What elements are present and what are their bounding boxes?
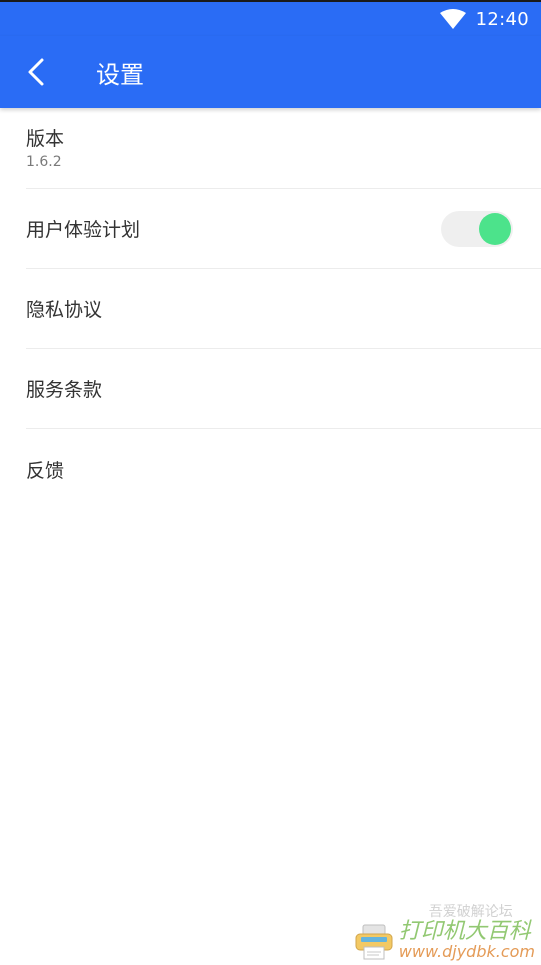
settings-item-privacy[interactable]: 隐私协议 xyxy=(26,269,541,349)
settings-list: 版本 1.6.2 用户体验计划 隐私协议 服务条款 反馈 xyxy=(0,108,541,509)
version-label: 版本 xyxy=(26,128,65,150)
watermark-brand: 打印机大百科 xyxy=(398,919,531,944)
feedback-label: 反馈 xyxy=(26,459,65,482)
wifi-icon xyxy=(439,9,466,29)
chevron-left-icon xyxy=(28,58,44,86)
watermark-url: www.djydbk.com xyxy=(398,942,535,961)
app-bar: 设置 xyxy=(0,36,541,108)
terms-label: 服务条款 xyxy=(26,379,103,401)
status-bar: 12:40 xyxy=(0,0,541,36)
printer-logo-icon xyxy=(355,924,393,960)
toggle-knob xyxy=(479,212,511,245)
settings-item-feedback[interactable]: 反馈 xyxy=(26,429,541,509)
page-title: 设置 xyxy=(96,60,144,89)
privacy-label: 隐私协议 xyxy=(26,299,103,321)
settings-item-version[interactable]: 版本 1.6.2 xyxy=(26,108,541,189)
watermark: 吾爱破解论坛 打印机大百科 www.djydbk.com xyxy=(353,901,535,961)
settings-item-terms[interactable]: 服务条款 xyxy=(26,349,541,429)
user-experience-toggle[interactable] xyxy=(441,210,513,247)
back-button[interactable] xyxy=(0,36,72,108)
user-experience-label: 用户体验计划 xyxy=(26,219,141,241)
status-time: 12:40 xyxy=(475,8,529,30)
watermark-faint-text: 吾爱破解论坛 xyxy=(428,904,513,920)
settings-screen: 12:40 设置 版本 1.6.2 用户体验计划 隐私协议 服务条款 反馈 吾爱… xyxy=(0,0,541,965)
settings-item-user-experience[interactable]: 用户体验计划 xyxy=(26,189,541,269)
version-value: 1.6.2 xyxy=(26,154,62,170)
